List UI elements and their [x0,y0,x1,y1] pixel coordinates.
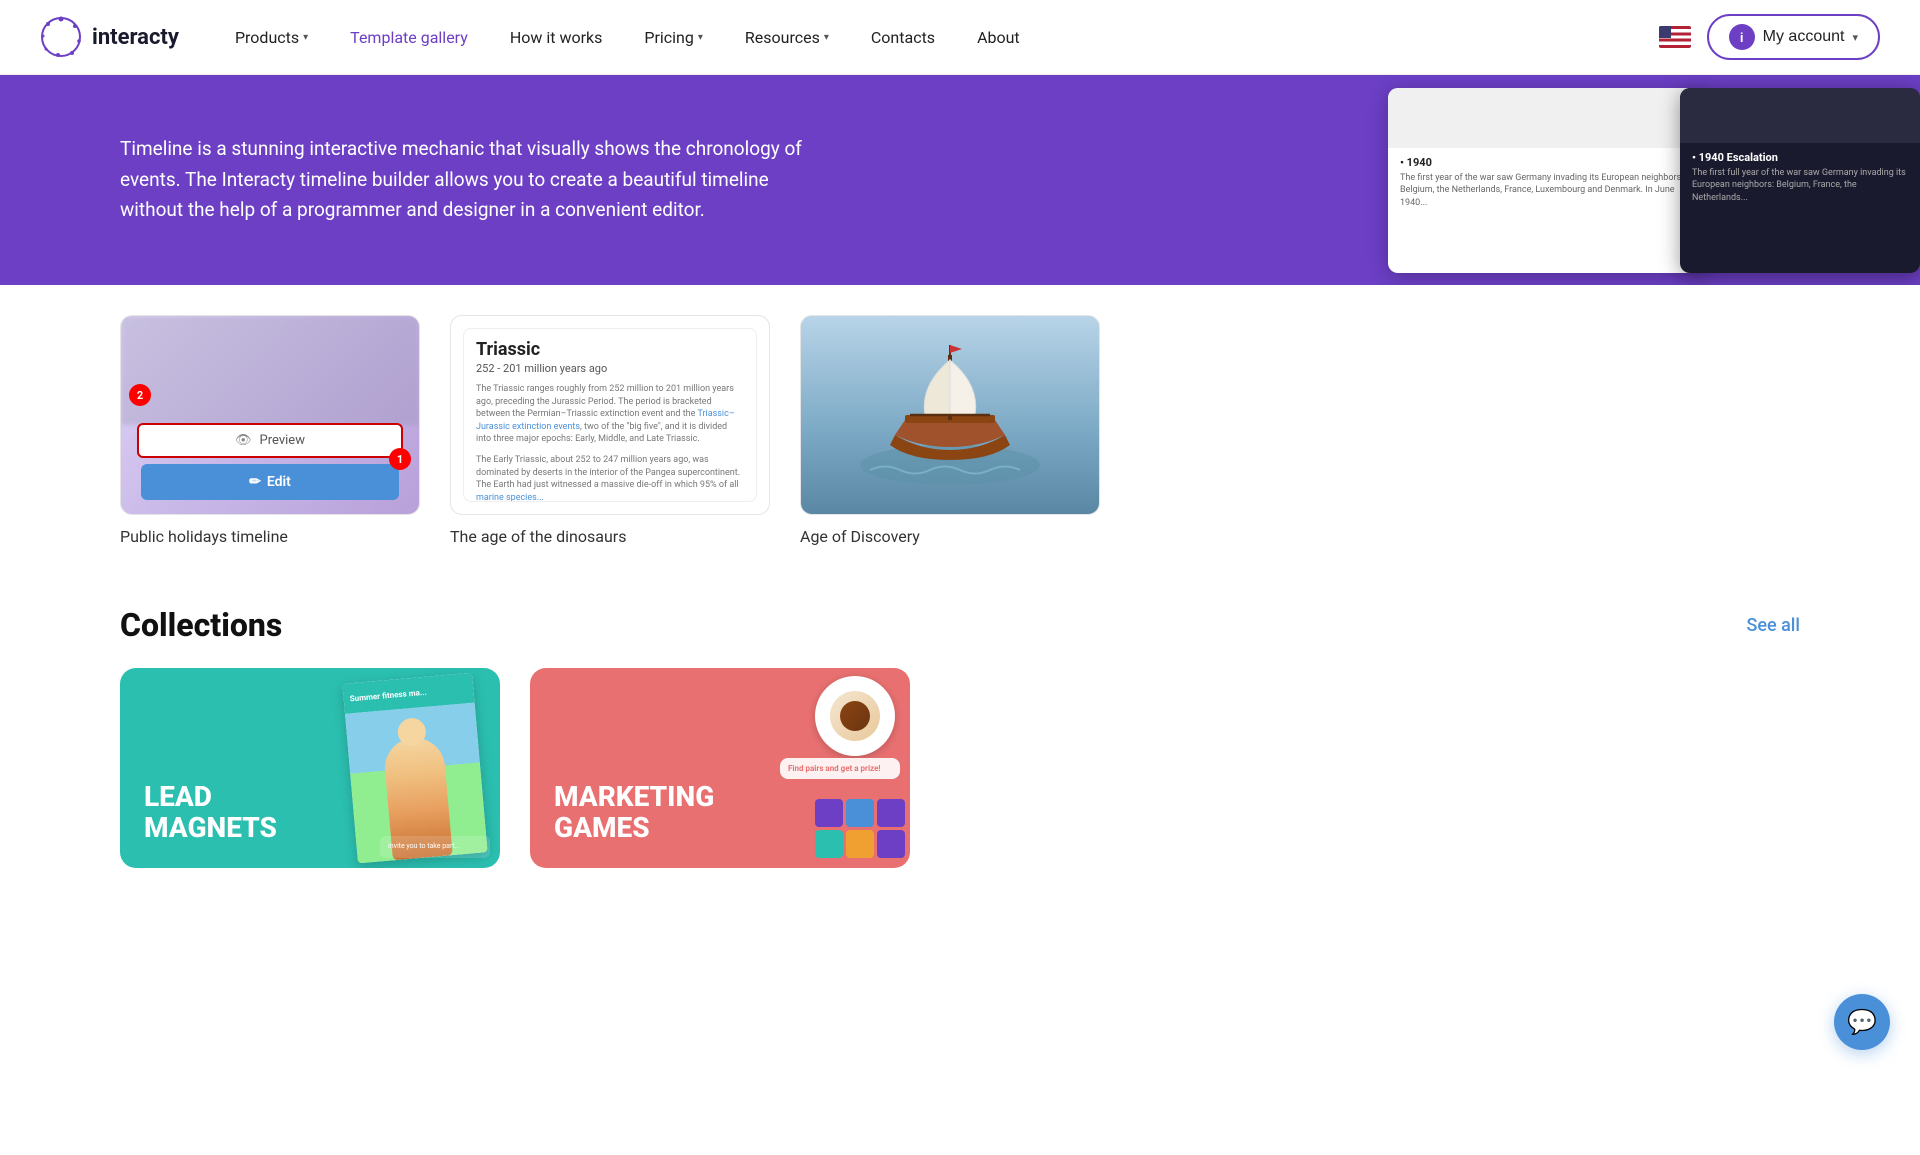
hero-banner: Timeline is a stunning interactive mecha… [0,75,1920,285]
collection-label-lead-magnets: LEAD MAGNETS [144,782,277,844]
template-card-age-of-discovery: Age of Discovery [800,315,1100,546]
nav-item-products[interactable]: Products ▾ [219,20,324,55]
dinosaurs-thumb[interactable]: Triassic 252 - 201 million years ago The… [450,315,770,515]
hero-description: Timeline is a stunning interactive mecha… [120,134,820,225]
my-account-label: My account [1763,28,1845,46]
chat-bubble-button[interactable]: 💬 [1834,994,1890,1050]
hero-card1-body: The first year of the war saw Germany in… [1400,172,1696,210]
template-name-aod: Age of Discovery [800,527,1100,546]
hero-card2-body: The first full year of the war saw Germa… [1692,167,1908,205]
collections-row: LEAD MAGNETS Summer fitness ma... [120,668,1800,868]
chat-icon: 💬 [1847,1008,1877,1036]
nav-item-pricing[interactable]: Pricing ▾ [628,20,719,55]
hero-card-main: • 1940 The first year of the war saw Ger… [1388,88,1708,273]
preview-label: Preview [260,433,305,448]
logo-icon [40,16,82,58]
collections-section: Collections See all LEAD MAGNETS Summer … [120,606,1800,868]
magazine-text: Summer fitness ma... [349,687,427,703]
account-icon: i [1729,24,1755,50]
find-pairs-text: Find pairs and get a prize! [788,764,892,773]
nav-item-resources[interactable]: Resources ▾ [729,20,845,55]
template-card-public-holidays: 👑 👁 Preview 2 ✏ ✏ Edit Edit 1 [120,315,420,546]
nav-item-contacts[interactable]: Contacts [855,20,951,55]
chevron-down-icon: ▾ [698,32,703,43]
section-header: Collections See all [120,606,1800,644]
template-name-public-holidays: Public holidays timeline [120,527,420,546]
hero-images: • 1940 The first year of the war saw Ger… [1388,75,1920,285]
logo[interactable]: interacty [40,16,179,58]
collection-card-lead-magnets[interactable]: LEAD MAGNETS Summer fitness ma... [120,668,500,868]
hero-text: Timeline is a stunning interactive mecha… [120,134,820,225]
chevron-down-icon: ▾ [303,32,308,43]
collection-card-marketing-games[interactable]: MARKETING GAMES Find pairs and get a pri… [530,668,910,868]
nav-item-template-gallery[interactable]: Template gallery [334,20,484,55]
chevron-down-icon: ▾ [1852,31,1858,44]
nav-item-how-it-works[interactable]: How it works [494,20,619,55]
aod-inner [801,316,1099,514]
nav-links: Products ▾ Template gallery How it works… [219,20,1659,55]
template-card-dinosaurs: Triassic 252 - 201 million years ago The… [450,315,770,546]
hero-card-dark: • 1940 Escalation The first full year of… [1680,88,1920,273]
edit-button[interactable]: ✏ ✏ Edit Edit [141,464,399,500]
ship-illustration [850,335,1050,495]
chevron-down-icon: ▾ [824,32,829,43]
navbar: interacty Products ▾ Template gallery Ho… [0,0,1920,75]
preview-inner-card: 👁 Preview [137,423,403,458]
edit-icon: ✏ [249,474,261,490]
logo-text: interacty [92,25,179,50]
see-all-link[interactable]: See all [1746,615,1800,636]
my-account-button[interactable]: i My account ▾ [1707,14,1880,60]
template-name-dinosaurs: The age of the dinosaurs [450,527,770,546]
collections-title: Collections [120,606,282,644]
notification-badge-bottom: 1 [389,448,411,470]
dino-inner: Triassic 252 - 201 million years ago The… [463,328,757,502]
us-flag-icon[interactable] [1659,26,1691,48]
eye-icon: 👁 [235,433,252,448]
collection-label-marketing-games: MARKETING GAMES [554,782,714,844]
templates-row: 👑 👁 Preview 2 ✏ ✏ Edit Edit 1 [120,315,1800,546]
marketing-games-image: Find pairs and get a prize! [690,668,910,868]
public-holidays-thumb[interactable]: 👑 👁 Preview 2 ✏ ✏ Edit Edit 1 [120,315,420,515]
aod-thumb[interactable] [800,315,1100,515]
nav-item-about[interactable]: About [961,20,1036,55]
magazine-snippet: invite you to take part... [380,836,490,858]
nav-right: i My account ▾ [1659,14,1880,60]
notification-badge-top: 2 [129,384,151,406]
main-content: 👑 👁 Preview 2 ✏ ✏ Edit Edit 1 [0,285,1920,908]
